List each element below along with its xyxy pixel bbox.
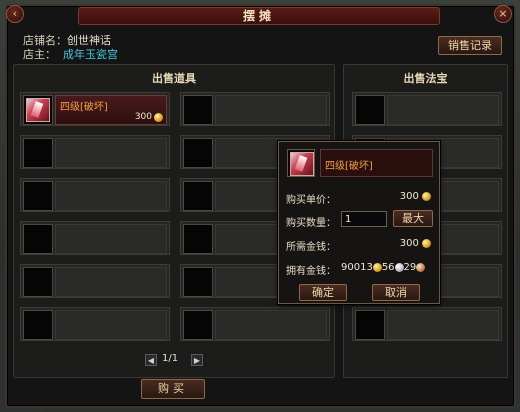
- sales-record-button[interactable]: 销售记录: [438, 36, 502, 55]
- owned-silver-value: 56: [381, 262, 395, 273]
- item-slot-icon: [23, 310, 53, 340]
- item-name: 四级[破坏]: [60, 102, 108, 113]
- quantity-label: 购买数量：: [286, 218, 336, 229]
- owned-gold-value: 90013: [341, 262, 373, 273]
- gold-coin-icon: [422, 191, 431, 201]
- buy-button[interactable]: 购买: [141, 379, 205, 399]
- item-slot-info: [55, 267, 167, 297]
- item-slot-info: [215, 310, 327, 340]
- treasure-slot-info: [387, 95, 499, 125]
- item-slot-icon: [183, 181, 213, 211]
- copper-coin-icon: [416, 262, 426, 272]
- item-slot-icon: [23, 181, 53, 211]
- item-slot-info: [55, 310, 167, 340]
- item-slot[interactable]: 四级[破坏] 300: [20, 92, 170, 126]
- gold-coin-icon: [422, 238, 431, 248]
- talisman-icon: [290, 152, 314, 176]
- close-icon[interactable]: ×: [494, 5, 512, 23]
- unit-price-value: 300: [399, 191, 419, 202]
- gold-coin-icon: [372, 262, 382, 272]
- total-cost-label: 所需金钱：: [286, 242, 336, 253]
- treasure-slot-icon: [355, 310, 385, 340]
- item-slot[interactable]: [20, 264, 170, 298]
- total-cost-value: 300: [399, 238, 419, 249]
- confirm-button[interactable]: 确定: [299, 284, 347, 301]
- page-indicator: 1/1: [162, 353, 179, 364]
- unit-price-row: 300: [400, 191, 431, 202]
- cancel-button[interactable]: 取消: [372, 284, 420, 301]
- item-slot[interactable]: [20, 135, 170, 169]
- treasure-slot[interactable]: [352, 92, 502, 126]
- item-slot-icon: [23, 224, 53, 254]
- sell-treasures-title: 出售法宝: [403, 72, 448, 85]
- popup-item-name: 四级[破坏]: [325, 161, 373, 172]
- item-slot-icon: [183, 95, 213, 125]
- treasure-slot-icon: [355, 95, 385, 125]
- total-cost-row: 300: [400, 238, 431, 249]
- item-slot-info: [55, 224, 167, 254]
- item-slot-icon: [183, 267, 213, 297]
- item-slot[interactable]: [20, 307, 170, 341]
- item-slot[interactable]: [20, 178, 170, 212]
- item-slot-info: [55, 138, 167, 168]
- back-icon[interactable]: ‹: [6, 5, 24, 23]
- item-slot-info: [55, 181, 167, 211]
- shop-owner-row: 店主： 成年玉瓷宫: [23, 46, 118, 62]
- window-title: 摆摊: [78, 7, 440, 25]
- item-slot-info: [215, 95, 327, 125]
- owned-copper-value: 29: [403, 262, 417, 273]
- popup-item-name-box: 四级[破坏]: [320, 149, 433, 177]
- owned-money-label: 拥有金钱：: [286, 266, 336, 277]
- prev-page-button[interactable]: ◀: [145, 354, 157, 366]
- sell-items-title: 出售道具: [152, 72, 196, 85]
- purchase-dialog: 四级[破坏] 购买单价： 300 购买数量： 最大 所需金钱： 300 拥有金钱…: [278, 141, 440, 304]
- item-slot-icon: [183, 138, 213, 168]
- next-page-button[interactable]: ▶: [191, 354, 203, 366]
- shop-owner-value: 成年玉瓷宫: [63, 48, 118, 61]
- unit-price-label: 购买单价：: [286, 195, 336, 206]
- treasure-slot-info: [387, 310, 499, 340]
- popup-item-icon-frame: [287, 149, 315, 177]
- item-slot-icon: [183, 310, 213, 340]
- item-slot[interactable]: [180, 307, 330, 341]
- treasure-slot[interactable]: [352, 307, 502, 341]
- item-slot-icon: [23, 95, 53, 125]
- item-slot-icon: [183, 224, 213, 254]
- item-slot-icon: [23, 138, 53, 168]
- silver-coin-icon: [394, 262, 404, 272]
- quantity-input[interactable]: [341, 211, 387, 227]
- item-price: 300: [134, 112, 152, 122]
- owned-money-row: 90013 56 29: [341, 262, 426, 273]
- item-slot[interactable]: [180, 92, 330, 126]
- gold-coin-icon: [154, 113, 163, 122]
- item-slot-icon: [23, 267, 53, 297]
- item-slot[interactable]: [20, 221, 170, 255]
- shop-owner-label: 店主：: [23, 48, 56, 61]
- max-button[interactable]: 最大: [393, 210, 433, 227]
- talisman-icon: [26, 98, 50, 122]
- item-slot-info: 四级[破坏] 300: [55, 95, 167, 125]
